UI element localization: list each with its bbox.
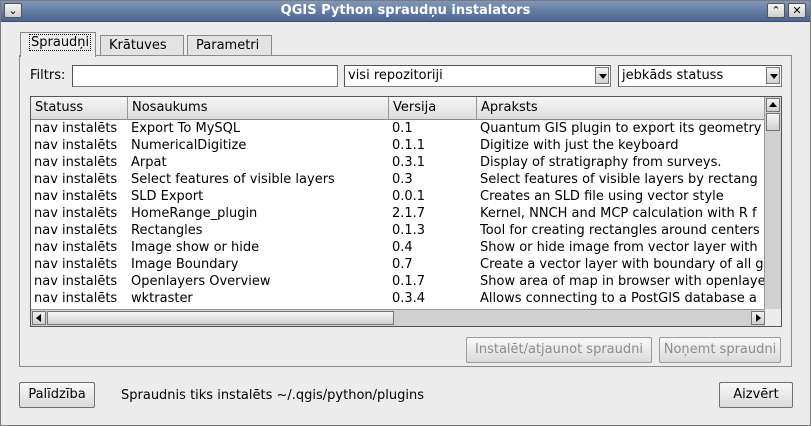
arrow-left-icon <box>36 314 41 322</box>
cell-name: Image show or hide <box>131 240 260 255</box>
uninstall-button[interactable]: Noņemt spraudni <box>659 337 781 363</box>
cell-description: Digitize with just the keyboard <box>480 138 679 153</box>
scroll-left-button[interactable] <box>32 311 46 325</box>
cell-version: 0.1.3 <box>392 223 426 238</box>
cell-version: 0.3.1 <box>392 155 426 170</box>
cell-status: nav instalēts <box>34 138 118 153</box>
tab-plugins-label: Spraudņi <box>29 34 92 51</box>
cell-name: HomeRange_plugin <box>131 206 258 221</box>
table-body: nav instalēts Export To MySQL 0.1 Quantum G… <box>31 120 766 310</box>
horizontal-scroll-thumb[interactable] <box>47 311 394 325</box>
horizontal-scrollbar[interactable] <box>31 309 766 326</box>
cell-description: Show area of map in browser with openlay… <box>480 274 766 289</box>
table-row[interactable]: nav instalēts Image show or hide 0.4 Show o… <box>31 239 766 256</box>
title-bar[interactable]: ⌄ QGIS Python spraudņu instalators ⌃ ✕ <box>1 1 810 22</box>
cell-version: 0.3.4 <box>392 291 426 306</box>
cell-status: nav instalēts <box>34 155 118 170</box>
cell-version: 0.4 <box>392 240 413 255</box>
tab-repositories[interactable]: Krātuves <box>100 35 184 56</box>
column-header-version[interactable]: Versija <box>389 97 477 119</box>
cell-version: 0.0.1 <box>392 189 426 204</box>
dropdown-arrow-icon <box>766 67 780 84</box>
cell-description: Allows connecting to a PostGIS database … <box>480 291 757 306</box>
vertical-scrollbar[interactable] <box>764 97 781 310</box>
column-header-description[interactable]: Apraksts <box>477 97 766 119</box>
cell-description: Tool for creating rectangles around cent… <box>480 223 760 238</box>
status-message: Spraudnis tiks instalēts ~/.qgis/python/… <box>121 388 425 403</box>
install-upgrade-button[interactable]: Instalēt/atjaunot spraudni <box>466 337 652 363</box>
cell-name: Image Boundary <box>131 257 239 272</box>
cell-status: nav instalēts <box>34 121 118 136</box>
column-header-status[interactable]: Statuss <box>31 97 128 119</box>
cell-name: SLD Export <box>131 189 204 204</box>
status-select-value: jebkāds statuss <box>622 68 724 83</box>
arrow-up-icon <box>769 102 777 107</box>
repository-select[interactable]: visi repozitoriji <box>344 65 611 87</box>
cell-name: Select features of visible layers <box>131 172 335 187</box>
close-icon: ✕ <box>792 4 802 17</box>
tab-plugins[interactable]: Spraudņi <box>20 32 96 57</box>
cell-version: 0.3 <box>392 172 413 187</box>
table-row[interactable]: nav instalēts Arpat 0.3.1 Display of strati… <box>31 154 766 171</box>
cell-status: nav instalēts <box>34 189 118 204</box>
table-row[interactable]: nav instalēts NumericalDigitize 0.1.1 Digit… <box>31 137 766 154</box>
minimize-button[interactable]: ⌃ <box>767 3 785 18</box>
table-row[interactable]: nav instalēts Openlayers Overview 0.1.7 Sho… <box>31 273 766 290</box>
table-row[interactable]: nav instalēts Rectangles 0.1.3 Tool for cre… <box>31 222 766 239</box>
table-row[interactable]: nav instalēts SLD Export 0.0.1 Creates an S… <box>31 188 766 205</box>
cell-name: Openlayers Overview <box>131 274 271 289</box>
table-row[interactable]: nav instalēts Select features of visible … <box>31 171 766 188</box>
filter-label: Filtrs: <box>30 68 66 83</box>
cell-version: 0.7 <box>392 257 413 272</box>
tab-options[interactable]: Parametri <box>187 35 272 56</box>
dropdown-arrow-icon <box>595 67 609 84</box>
arrow-right-icon <box>756 314 761 322</box>
cell-name: NumericalDigitize <box>131 138 247 153</box>
vertical-scroll-thumb[interactable] <box>766 113 780 131</box>
cell-description: Kernel, NNCH and MCP calculation with R … <box>480 206 757 221</box>
tab-repositories-label: Krātuves <box>109 38 167 53</box>
cell-name: Arpat <box>131 155 167 170</box>
close-button[interactable]: Aizvērt <box>719 382 793 408</box>
tab-options-label: Parametri <box>196 38 260 53</box>
cell-status: nav instalēts <box>34 257 118 272</box>
cell-status: nav instalēts <box>34 274 118 289</box>
cell-version: 0.1.7 <box>392 274 426 289</box>
cell-status: nav instalēts <box>34 223 118 238</box>
cell-status: nav instalēts <box>34 206 118 221</box>
cell-description: Create a vector layer with boundary of a… <box>480 257 764 272</box>
table-row[interactable]: nav instalēts Export To MySQL 0.1 Quantum G… <box>31 120 766 137</box>
cell-name: Export To MySQL <box>131 121 241 136</box>
column-header-name[interactable]: Nosaukums <box>128 97 389 119</box>
repository-select-value: visi repozitoriji <box>348 68 443 83</box>
cell-name: wktraster <box>131 291 193 306</box>
status-select[interactable]: jebkāds statuss <box>618 65 782 87</box>
table-row[interactable]: nav instalēts HomeRange_plugin 2.1.7 Kernel… <box>31 205 766 222</box>
cell-description: Creates an SLD file using vector style <box>480 189 724 204</box>
window-title: QGIS Python spraudņu instalators <box>280 3 531 18</box>
cell-status: nav instalēts <box>34 240 118 255</box>
cell-description: Show or hide image from vector layer wit… <box>480 240 758 255</box>
cell-description: Display of stratigraphy from surveys. <box>480 155 722 170</box>
scroll-up-button[interactable] <box>766 98 780 112</box>
cell-status: nav instalēts <box>34 172 118 187</box>
table-header: Statuss Nosaukums Versija Apraksts <box>31 97 766 120</box>
table-row[interactable]: nav instalēts Image Boundary 0.7 Create a v… <box>31 256 766 273</box>
scroll-corner <box>765 309 781 326</box>
cell-version: 2.1.7 <box>392 206 426 221</box>
plugin-installer-window: ⌄ QGIS Python spraudņu instalators ⌃ ✕ S… <box>0 0 811 426</box>
cell-version: 0.1.1 <box>392 138 426 153</box>
cell-status: nav instalēts <box>34 291 118 306</box>
close-window-button[interactable]: ✕ <box>788 3 806 18</box>
cell-version: 0.1 <box>392 121 413 136</box>
chevron-up-icon: ⌃ <box>771 4 781 17</box>
help-button[interactable]: Palīdzība <box>19 382 95 408</box>
plugins-table: Statuss Nosaukums Versija Apraksts nav i… <box>30 96 782 327</box>
cell-description: Select features of visible layers by rec… <box>480 172 758 187</box>
scroll-right-button[interactable] <box>751 311 765 325</box>
filter-input[interactable] <box>72 65 338 87</box>
table-row[interactable]: nav instalēts wktraster 0.3.4 Allows connec… <box>31 290 766 307</box>
cell-description: Quantum GIS plugin to export its geometr… <box>480 121 762 136</box>
cell-name: Rectangles <box>131 223 203 238</box>
